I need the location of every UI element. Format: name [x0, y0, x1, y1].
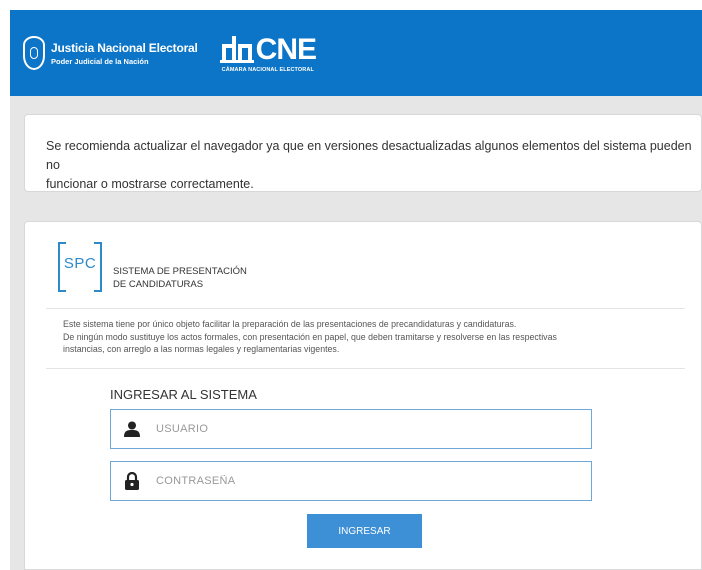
browser-update-notice: Se recomienda actualizar el navegador ya… [24, 114, 702, 192]
spc-logo-text: SPC [63, 255, 97, 272]
cne-title: CNE [255, 32, 317, 66]
site-header: Justicia Nacional Electoral Poder Judici… [10, 10, 702, 96]
divider [46, 308, 685, 309]
justicia-electoral-logo[interactable]: Justicia Nacional Electoral Poder Judici… [23, 36, 198, 70]
cne-subtitle: CÁMARA NACIONAL ELECTORAL [221, 66, 314, 73]
brand-title: Justicia Nacional Electoral [51, 40, 198, 55]
disclaimer-line2: De ningún modo sustituye los actos forma… [63, 331, 557, 342]
disclaimer-line3: instancias, con arreglo a las normas leg… [63, 344, 340, 354]
notice-text-line2: funcionar o mostrarse correctamente. [46, 177, 254, 191]
password-field[interactable] [110, 461, 592, 501]
lock-icon [125, 472, 139, 490]
brand-subtitle: Poder Judicial de la Nación [51, 56, 149, 66]
login-button[interactable]: INGRESAR [307, 514, 422, 548]
username-input[interactable] [154, 422, 558, 436]
cne-logo[interactable]: CNE CÁMARA NACIONAL ELECTORAL [219, 32, 317, 73]
notice-text-line1: Se recomienda actualizar el navegador ya… [46, 139, 692, 172]
shield-icon [23, 36, 45, 70]
login-card: SPC SISTEMA DE PRESENTACIÓN DE CANDIDATU… [24, 221, 702, 570]
system-title: SISTEMA DE PRESENTACIÓN DE CANDIDATURAS [113, 265, 247, 291]
login-title: INGRESAR AL SISTEMA [110, 387, 257, 402]
system-title-line1: SISTEMA DE PRESENTACIÓN [113, 266, 247, 277]
spc-logo: SPC [58, 242, 102, 292]
cne-emblem-icon [219, 35, 254, 63]
system-disclaimer: Este sistema tiene por único objeto faci… [63, 318, 683, 356]
password-input[interactable] [154, 474, 558, 488]
system-title-line2: DE CANDIDATURAS [113, 279, 204, 290]
divider [46, 368, 685, 369]
disclaimer-line1: Este sistema tiene por único objeto faci… [63, 319, 517, 329]
username-field[interactable] [110, 409, 592, 449]
user-icon [124, 421, 140, 437]
